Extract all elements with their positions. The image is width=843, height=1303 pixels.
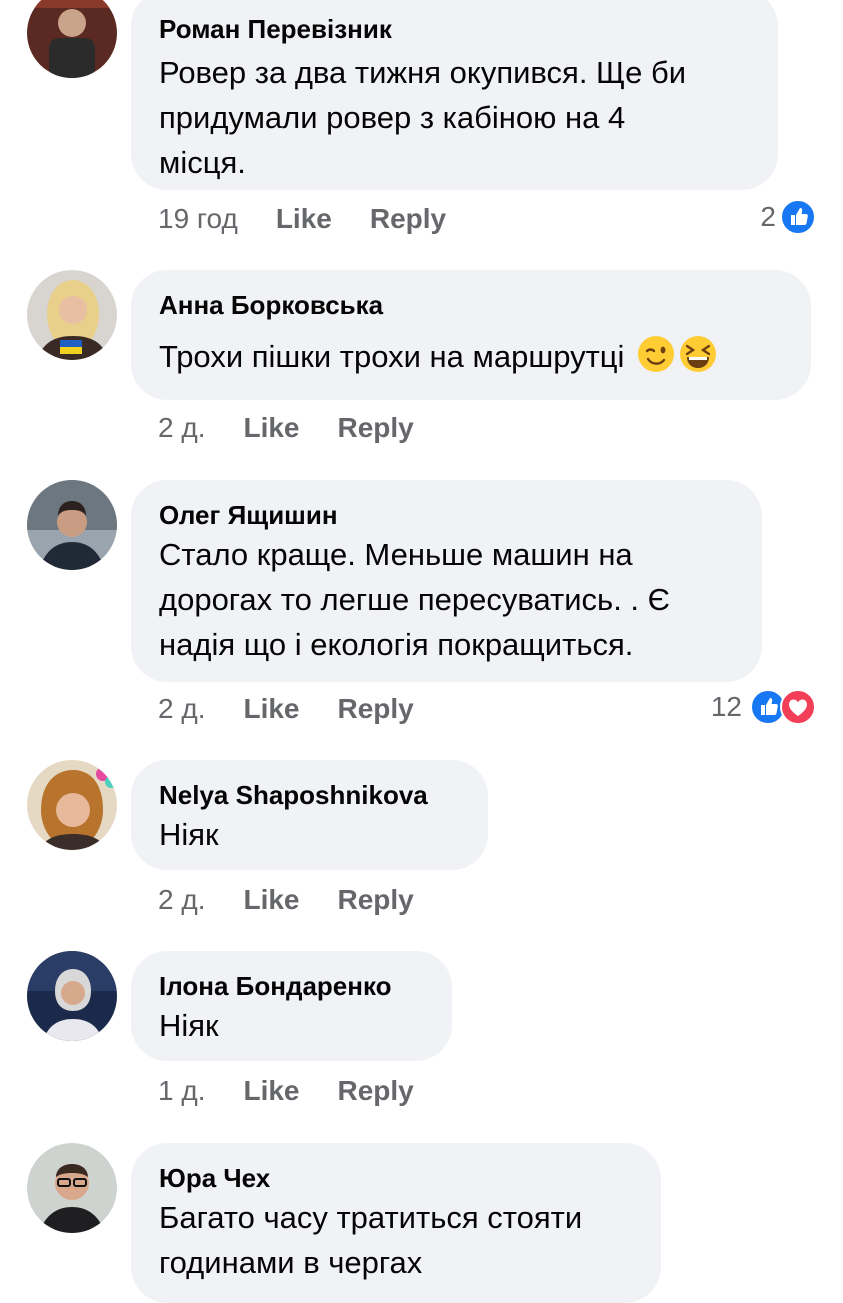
avatar[interactable] bbox=[27, 480, 117, 570]
comment-bubble: Анна Борковська Трохи пішки трохи на мар… bbox=[131, 270, 811, 400]
comment-actions: 1 д. Like Reply bbox=[158, 1075, 414, 1107]
like-button[interactable]: Like bbox=[243, 693, 299, 725]
reply-button[interactable]: Reply bbox=[370, 203, 446, 235]
like-button[interactable]: Like bbox=[276, 203, 332, 235]
avatar[interactable] bbox=[27, 0, 117, 78]
reply-button[interactable]: Reply bbox=[338, 884, 414, 916]
reaction-count: 2 bbox=[760, 201, 776, 232]
comment-text: Ровер за два тижня окупився. Ще би приду… bbox=[159, 55, 687, 180]
comment-author[interactable]: Ілона Бондаренко bbox=[159, 969, 424, 1003]
avatar[interactable] bbox=[27, 951, 117, 1041]
like-button[interactable]: Like bbox=[243, 412, 299, 444]
comment-bubble: Юра Чех Багато часу тратиться стояти год… bbox=[131, 1143, 661, 1303]
comment-timestamp[interactable]: 2 д. bbox=[158, 884, 205, 916]
comment-actions: 19 год Like Reply bbox=[158, 203, 446, 235]
comment-actions: 2 д. Like Reply bbox=[158, 412, 414, 444]
comment-bubble: Nelya Shaposhnikova Ніяк bbox=[131, 760, 488, 870]
comment-text: Ніяк bbox=[159, 817, 219, 852]
comment-author[interactable]: Анна Борковська bbox=[159, 288, 783, 322]
comment-text: Ніяк bbox=[159, 1008, 219, 1043]
comment-text: Стало краще. Меньше машин на дорогах то … bbox=[159, 537, 670, 662]
comment-actions: 2 д. Like Reply bbox=[158, 884, 414, 916]
comment-text: Трохи пішки трохи на маршрутці bbox=[159, 334, 783, 379]
comment-timestamp[interactable]: 2 д. bbox=[158, 693, 205, 725]
grinning-squinting-face-emoji bbox=[679, 335, 717, 373]
reaction-count: 12 bbox=[710, 691, 742, 722]
avatar[interactable] bbox=[27, 270, 117, 360]
comment-author[interactable]: Nelya Shaposhnikova bbox=[159, 778, 460, 812]
comment-bubble: Ілона Бондаренко Ніяк bbox=[131, 951, 452, 1061]
comment-actions: 2 д. Like Reply bbox=[158, 693, 414, 725]
reaction-summary[interactable]: 12 bbox=[711, 689, 816, 725]
avatar[interactable] bbox=[27, 760, 117, 850]
reaction-summary[interactable]: 2 bbox=[760, 199, 816, 235]
comment-timestamp[interactable]: 2 д. bbox=[158, 412, 205, 444]
comment-bubble: Олег Ящишин Стало краще. Меньше машин на… bbox=[131, 480, 762, 682]
comment-text: Багато часу тратиться стояти годинами в … bbox=[159, 1200, 583, 1280]
comment-author[interactable]: Олег Ящишин bbox=[159, 498, 734, 532]
comment-author[interactable]: Юра Чех bbox=[159, 1161, 633, 1195]
avatar[interactable] bbox=[27, 1143, 117, 1233]
reply-button[interactable]: Reply bbox=[338, 1075, 414, 1107]
reply-button[interactable]: Reply bbox=[338, 693, 414, 725]
like-button[interactable]: Like bbox=[243, 1075, 299, 1107]
comment-bubble: Роман Перевізник Ровер за два тижня окуп… bbox=[131, 0, 778, 190]
comment-author[interactable]: Роман Перевізник bbox=[159, 12, 750, 46]
like-button[interactable]: Like bbox=[243, 884, 299, 916]
like-icon bbox=[780, 199, 816, 235]
winking-face-emoji bbox=[637, 335, 675, 373]
comment-timestamp[interactable]: 19 год bbox=[158, 203, 238, 235]
comment-timestamp[interactable]: 1 д. bbox=[158, 1075, 205, 1107]
love-icon bbox=[780, 689, 816, 725]
reply-button[interactable]: Reply bbox=[338, 412, 414, 444]
